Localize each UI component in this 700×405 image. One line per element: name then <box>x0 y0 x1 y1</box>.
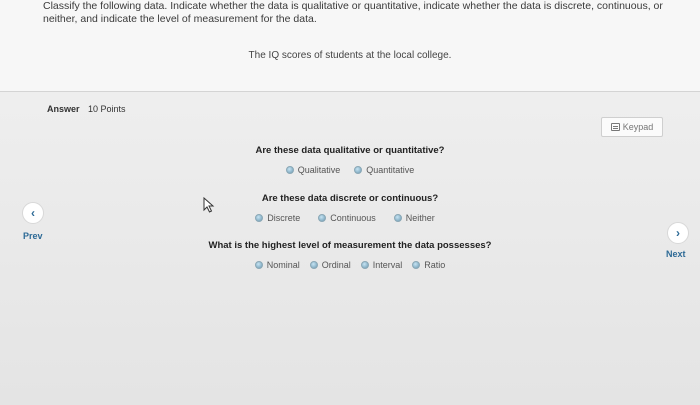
radio-button[interactable] <box>309 261 318 269</box>
page: Classify the following data. Indicate wh… <box>0 0 700 405</box>
option-discrete[interactable]: Discrete <box>255 213 300 223</box>
option-label: Ordinal <box>321 260 351 270</box>
option-neither[interactable]: Neither <box>393 213 435 223</box>
prev-label[interactable]: Prev <box>23 231 43 241</box>
option-continuous[interactable]: Continuous <box>318 213 376 223</box>
option-label: Nominal <box>266 260 300 270</box>
radio-button[interactable] <box>393 214 402 222</box>
keypad-icon <box>610 123 620 131</box>
radio-button[interactable] <box>285 166 294 174</box>
option-label: Qualitative <box>297 165 341 175</box>
option-label: Continuous <box>330 213 376 223</box>
part1-question: Are these data qualitative or quantitati… <box>255 145 445 156</box>
option-label: Discrete <box>267 213 301 223</box>
option-label: Neither <box>405 213 435 223</box>
part3-question: What is the highest level of measurement… <box>208 240 492 251</box>
chevron-left-icon: ‹ <box>31 206 35 220</box>
option-interval[interactable]: Interval <box>360 260 403 270</box>
part1-options: Qualitative Quantitative <box>0 165 700 175</box>
question-data: The IQ scores of students at the local c… <box>248 50 452 61</box>
question-instructions: Classify the following data. Indicate wh… <box>43 0 663 25</box>
mouse-cursor-icon <box>203 197 215 213</box>
prev-button[interactable]: ‹ <box>22 202 44 224</box>
option-quantitative[interactable]: Quantitative <box>354 165 414 175</box>
radio-button[interactable] <box>360 261 369 269</box>
radio-button[interactable] <box>354 166 363 174</box>
option-label: Ratio <box>424 260 446 270</box>
next-label[interactable]: Next <box>666 249 686 259</box>
option-qualitative[interactable]: Qualitative <box>285 165 341 175</box>
keypad-button[interactable]: Keypad <box>601 117 663 137</box>
keypad-label: Keypad <box>622 122 654 132</box>
part2-options: Discrete Continuous Neither <box>0 213 695 223</box>
option-label: Quantitative <box>366 165 415 175</box>
answer-label: Answer <box>47 104 80 114</box>
question-block: Classify the following data. Indicate wh… <box>0 0 700 92</box>
radio-button[interactable] <box>255 214 264 222</box>
points-label: 10 Points <box>88 104 126 114</box>
next-button[interactable]: › <box>667 222 689 244</box>
part2-question: Are these data discrete or continuous? <box>261 193 439 204</box>
chevron-right-icon: › <box>676 226 680 240</box>
option-label: Interval <box>372 260 403 270</box>
option-ordinal[interactable]: Ordinal <box>309 260 351 270</box>
option-ratio[interactable]: Ratio <box>412 260 445 270</box>
option-nominal[interactable]: Nominal <box>254 260 300 270</box>
answer-header: Answer 10 Points <box>47 104 126 114</box>
radio-button[interactable] <box>254 261 263 269</box>
part3-options: Nominal Ordinal Interval Ratio <box>0 260 700 270</box>
radio-button[interactable] <box>412 261 421 269</box>
radio-button[interactable] <box>318 214 327 222</box>
